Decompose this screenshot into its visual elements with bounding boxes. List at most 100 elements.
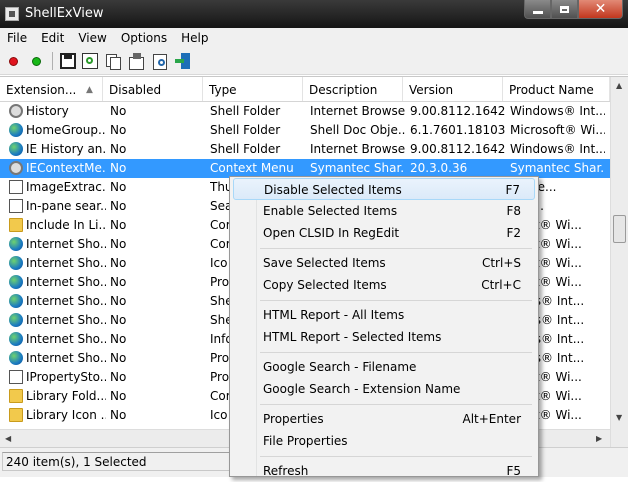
menu-item-shortcut: Alt+Enter xyxy=(462,412,521,426)
column-header[interactable]: Extension... ▲ xyxy=(0,77,103,101)
table-cell: No xyxy=(110,313,127,327)
column-header[interactable]: Type xyxy=(203,77,303,101)
menu-item-label: Disable Selected Items xyxy=(264,183,402,197)
menu-item-open-clsid-in-regedit[interactable]: Open CLSID In RegEdit F2 xyxy=(233,222,535,244)
table-cell: No xyxy=(110,218,127,232)
column-header[interactable]: Version xyxy=(403,77,503,101)
menu-item-label: Save Selected Items xyxy=(263,256,386,270)
properties-icon[interactable] xyxy=(128,53,144,70)
table-cell: No xyxy=(110,294,127,308)
list-header: Extension... ▲ Disabled Type Description Vers… xyxy=(0,77,628,102)
title-bar: ShellExView ✕ xyxy=(0,0,628,28)
menu-file[interactable]: File xyxy=(0,31,34,45)
globe-icon xyxy=(9,256,23,270)
table-cell: Shell Folder xyxy=(210,123,281,137)
table-row[interactable]: HomeGroup... No Shell Folder Shell Doc Obje… xyxy=(0,121,610,140)
vertical-scrollbar[interactable]: ▲ ▼ xyxy=(610,77,628,447)
table-cell: Internet Sho... xyxy=(26,351,106,365)
table-cell: IEContextMe... xyxy=(26,161,106,175)
menu-item-shortcut: F7 xyxy=(505,183,520,197)
menu-separator xyxy=(260,300,532,301)
menu-item-file-properties[interactable]: File Properties xyxy=(233,430,535,452)
folder-icon xyxy=(9,218,23,232)
vertical-scroll-thumb[interactable] xyxy=(613,215,626,243)
menu-item-shortcut: Ctrl+C xyxy=(481,278,521,292)
table-cell: No xyxy=(110,123,127,137)
homegroup-icon xyxy=(9,123,23,137)
menu-help[interactable]: Help xyxy=(174,31,215,45)
menu-item-label: HTML Report - Selected Items xyxy=(263,330,442,344)
scroll-right-icon[interactable]: ▶ xyxy=(596,434,602,443)
table-cell: ImageExtrac... xyxy=(26,180,106,194)
enable-green-icon[interactable] xyxy=(32,57,41,66)
table-cell: Internet Sho... xyxy=(26,332,106,346)
table-cell: Library Icon ... xyxy=(26,408,106,422)
table-cell: 6.1.7601.18103 ... xyxy=(410,123,505,137)
sort-arrow-icon: ▲ xyxy=(86,85,93,95)
menu-view[interactable]: View xyxy=(71,31,113,45)
menu-separator xyxy=(260,456,532,457)
menu-item-google-search-filename[interactable]: Google Search - Filename xyxy=(233,356,535,378)
close-button[interactable]: ✕ xyxy=(578,0,623,19)
menu-separator xyxy=(260,248,532,249)
table-cell: No xyxy=(110,142,127,156)
table-cell: No xyxy=(110,104,127,118)
menu-item-save-selected-items[interactable]: Save Selected Items Ctrl+S xyxy=(233,252,535,274)
table-cell: IE History an... xyxy=(26,142,106,156)
menu-item-google-search-extension-name[interactable]: Google Search - Extension Name xyxy=(233,378,535,400)
menu-item-label: Refresh xyxy=(263,464,309,478)
table-cell: No xyxy=(110,161,127,175)
globe-icon xyxy=(9,313,23,327)
exit-icon[interactable] xyxy=(175,53,191,69)
menu-options[interactable]: Options xyxy=(114,31,174,45)
folder-icon xyxy=(9,408,23,422)
table-cell: Internet Sho... xyxy=(26,313,106,327)
column-header[interactable]: Disabled xyxy=(103,77,203,101)
table-cell: Shell Folder xyxy=(210,142,281,156)
table-cell: Shell Folder xyxy=(210,104,281,118)
menu-item-refresh[interactable]: Refresh F5 xyxy=(233,460,535,482)
menu-separator xyxy=(260,404,532,405)
window-title: ShellExView xyxy=(25,6,104,21)
find-icon[interactable] xyxy=(152,53,168,70)
scroll-left-icon[interactable]: ◀ xyxy=(5,434,11,443)
menu-item-label: Enable Selected Items xyxy=(263,204,398,218)
menu-item-properties[interactable]: Properties Alt+Enter xyxy=(233,408,535,430)
menu-item-html-report-selected-items[interactable]: HTML Report - Selected Items xyxy=(233,326,535,348)
menu-item-label: Open CLSID In RegEdit xyxy=(263,226,400,240)
menu-item-html-report-all-items[interactable]: HTML Report - All Items xyxy=(233,304,535,326)
table-cell: Internet Sho... xyxy=(26,275,106,289)
refresh-icon[interactable] xyxy=(82,53,98,69)
column-header[interactable]: Description xyxy=(303,77,403,101)
menu-item-shortcut: F8 xyxy=(506,204,521,218)
folder-icon xyxy=(9,389,23,403)
disable-red-icon[interactable] xyxy=(9,57,18,66)
context-menu: Disable Selected Items F7 Enable Selected … xyxy=(229,176,539,478)
maximize-button[interactable] xyxy=(551,0,578,19)
maximize-icon xyxy=(560,5,569,13)
menu-item-label: Google Search - Extension Name xyxy=(263,382,461,396)
globe-icon xyxy=(9,332,23,346)
table-cell: Internet Sho... xyxy=(26,256,106,270)
menu-item-disable-selected-items[interactable]: Disable Selected Items F7 xyxy=(233,178,535,200)
toolbar xyxy=(0,48,628,75)
menu-item-enable-selected-items[interactable]: Enable Selected Items F8 xyxy=(233,200,535,222)
table-cell: No xyxy=(110,408,127,422)
scroll-down-icon[interactable]: ▼ xyxy=(616,413,622,422)
minimize-button[interactable] xyxy=(524,0,551,19)
save-icon[interactable] xyxy=(60,53,76,69)
table-cell: No xyxy=(110,275,127,289)
history-icon xyxy=(9,104,23,118)
table-row[interactable]: IE History an... No Shell Folder Internet B… xyxy=(0,140,610,159)
copy-icon[interactable] xyxy=(105,53,121,70)
scroll-up-icon[interactable]: ▲ xyxy=(616,81,622,90)
menu-separator xyxy=(260,352,532,353)
column-header[interactable]: Product Name xyxy=(503,77,610,101)
menu-item-label: Google Search - Filename xyxy=(263,360,417,374)
menu-edit[interactable]: Edit xyxy=(34,31,71,45)
table-cell: In-pane sear... xyxy=(26,199,106,213)
table-cell: No xyxy=(110,332,127,346)
table-row[interactable]: History No Shell Folder Internet Browser 9.0… xyxy=(0,102,610,121)
table-cell: Library Fold... xyxy=(26,389,106,403)
menu-item-copy-selected-items[interactable]: Copy Selected Items Ctrl+C xyxy=(233,274,535,296)
